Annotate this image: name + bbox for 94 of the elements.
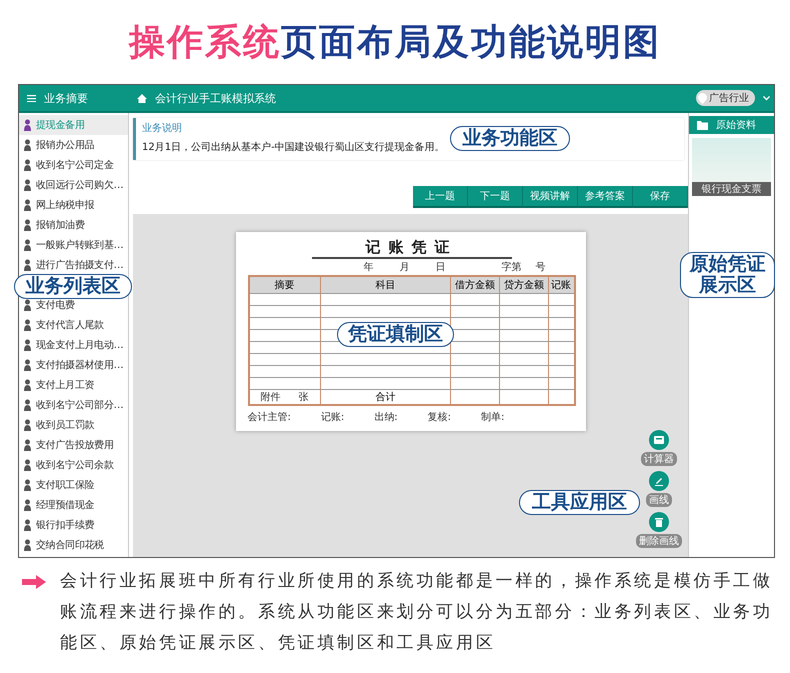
signature-label: 出纳: <box>374 410 398 424</box>
sidebar-item[interactable]: 交纳合同印花税 <box>19 535 128 555</box>
tool-label: 计算器 <box>641 452 677 466</box>
chevron-down-icon[interactable] <box>763 96 770 100</box>
home-icon[interactable] <box>137 94 147 102</box>
sidebar-item[interactable]: 网上纳税申报 <box>19 195 128 215</box>
sidebar-item[interactable]: 经理预借现金 <box>19 495 128 515</box>
keyboard-icon <box>654 436 664 444</box>
person-icon <box>23 218 32 232</box>
person-icon <box>23 478 32 492</box>
region-callout: 凭证填制区 <box>337 322 454 347</box>
sidebar-item[interactable]: 一般账户转账到基… <box>19 235 128 255</box>
person-icon <box>23 358 32 372</box>
person-icon <box>23 418 32 432</box>
person-icon <box>23 298 32 312</box>
tool-label: 画线 <box>646 493 672 507</box>
action-button[interactable]: 下一题 <box>468 186 523 208</box>
sidebar-item[interactable]: 支付广告投放费用 <box>19 435 128 455</box>
business-text: 12月1日，公司出纳从基本户-中国建设银行蜀山区支行提现金备用。 <box>142 140 445 154</box>
number-label: 字第 <box>502 260 522 274</box>
action-button[interactable]: 保存 <box>633 186 688 208</box>
person-icon <box>23 138 32 152</box>
column-header: 科目 <box>374 278 396 292</box>
region-callout: 工具应用区 <box>519 490 640 515</box>
tool-label: 删除画线 <box>636 534 682 548</box>
date-label: 月 <box>400 261 410 274</box>
tool-button[interactable] <box>649 471 669 491</box>
action-button[interactable]: 参考答案 <box>578 186 633 208</box>
action-button[interactable]: 上一题 <box>413 186 468 208</box>
column-header: 记账 <box>550 278 572 292</box>
sidebar-item[interactable]: 支付代言人尾款 <box>19 315 128 335</box>
signature-label: 制单: <box>481 410 504 424</box>
attachment-label: 张 <box>298 390 309 404</box>
signature-label: 记账: <box>320 410 344 424</box>
sidebar-item[interactable]: 银行扣手续费 <box>19 515 128 535</box>
arrow-right-icon <box>22 575 46 589</box>
check-image[interactable]: 银行现金支票 <box>692 138 771 196</box>
tool-button[interactable] <box>649 512 669 532</box>
person-icon <box>23 398 32 412</box>
sidebar-item[interactable]: 进行广告拍摄支付… <box>19 255 128 275</box>
location-pin-icon <box>698 92 707 104</box>
app-title: 会计行业手工账模拟系统 <box>155 90 276 106</box>
attachment-label: 附件 <box>260 390 281 404</box>
person-icon <box>23 178 32 192</box>
sidebar-item[interactable]: 收回远行公司购欠… <box>19 175 128 195</box>
person-icon <box>23 458 32 472</box>
person-icon <box>23 538 32 552</box>
page-title: 操作系统页面布局及功能说明图 <box>127 20 662 64</box>
folder-icon <box>697 120 708 130</box>
industry-badge[interactable]: 广告行业 <box>696 90 755 106</box>
trash-icon <box>655 517 663 527</box>
person-icon <box>23 498 32 512</box>
pen-icon <box>654 476 664 486</box>
sidebar-item[interactable]: 支付职工保险 <box>19 475 128 495</box>
person-icon <box>23 258 32 272</box>
column-header: 贷方金额 <box>502 278 545 292</box>
voucher-title: 记账凭证 <box>312 238 512 259</box>
sidebar-item[interactable]: 报销办公用品 <box>19 135 128 155</box>
date-label: 日 <box>436 261 446 274</box>
region-callout: 原始凭证展示区 <box>680 252 775 298</box>
signature-label: 会计主管: <box>248 410 291 424</box>
check-caption: 银行现金支票 <box>692 182 771 196</box>
sidebar-item[interactable]: 支付拍摄器材使用… <box>19 355 128 375</box>
region-callout: 业务列表区 <box>14 274 132 299</box>
sidebar-item[interactable]: 收到名宁公司定金 <box>19 155 128 175</box>
person-icon <box>23 318 32 332</box>
sidebar-item[interactable]: 现金支付上月电动… <box>19 335 128 355</box>
sidebar-item[interactable]: 支付上月工资 <box>19 375 128 395</box>
sidebar-title: 业务摘要 <box>44 90 88 106</box>
sidebar-item[interactable]: 收到员工罚款 <box>19 415 128 435</box>
tool-button[interactable] <box>649 430 669 450</box>
person-icon <box>23 158 32 172</box>
column-header: 摘要 <box>274 278 296 292</box>
signature-label: 复核: <box>428 410 451 424</box>
docs-title: 原始资料 <box>716 118 756 132</box>
sidebar-item[interactable]: 收到名宁公司余款 <box>19 455 128 475</box>
sidebar-item[interactable]: 报销加油费 <box>19 215 128 235</box>
person-icon <box>23 118 32 132</box>
sidebar-item[interactable]: 收到名宁公司部分… <box>19 395 128 415</box>
person-icon <box>23 378 32 392</box>
total-label: 合计 <box>374 390 396 404</box>
person-icon <box>23 198 32 212</box>
column-header: 借方金额 <box>454 278 496 292</box>
date-label: 年 <box>364 261 374 274</box>
business-heading: 业务说明 <box>142 122 183 135</box>
region-callout: 业务功能区 <box>450 126 570 151</box>
number-label: 号 <box>536 261 546 274</box>
person-icon <box>23 438 32 452</box>
description-text: 会计行业拓展班中所有行业所使用的系统功能都是一样的，操作系统是模仿手工做账流程来进行操作的。系统从功能区来划分可以分为五部分：业务列表区、业务功能区、原始凭证展示区、凭证填制区和工具应用区 <box>60 570 774 655</box>
person-icon <box>23 338 32 352</box>
person-icon <box>23 238 32 252</box>
action-button[interactable]: 视频讲解 <box>523 186 578 208</box>
menu-icon <box>27 94 36 102</box>
person-icon <box>23 518 32 532</box>
